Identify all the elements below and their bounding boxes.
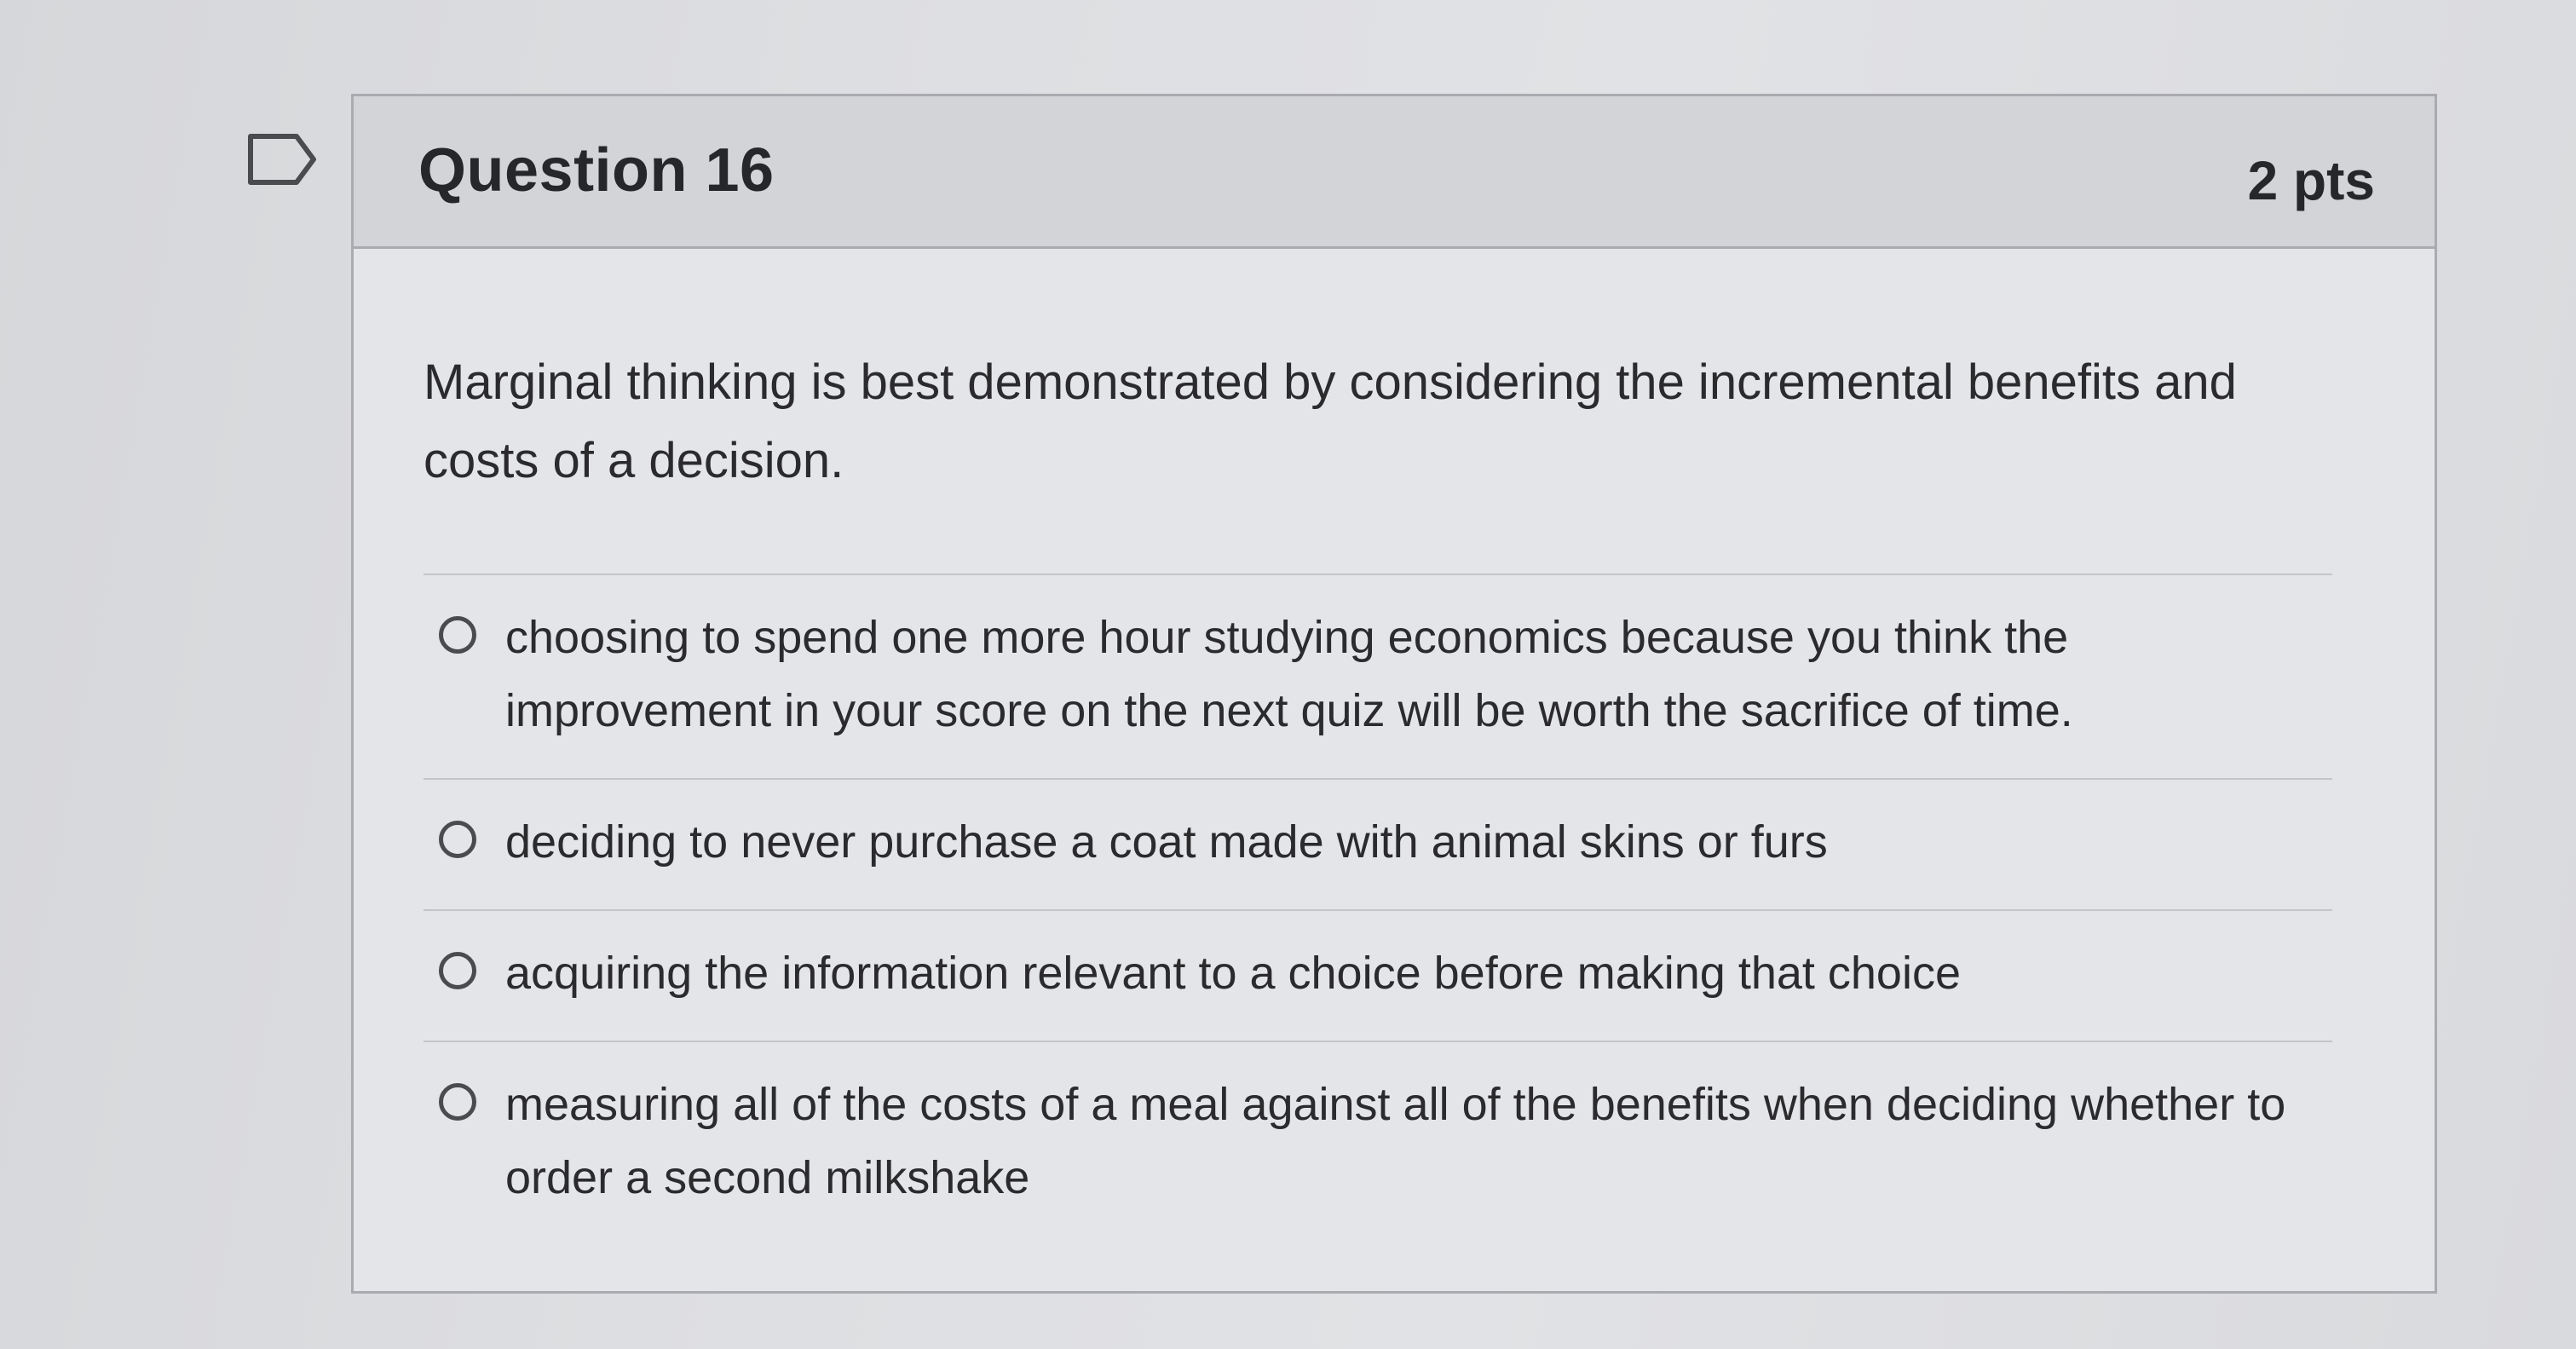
question-header: Question 16 2 pts: [354, 96, 2435, 249]
radio-button[interactable]: [439, 1083, 476, 1121]
radio-button[interactable]: [439, 952, 476, 989]
answer-label: acquiring the information relevant to a …: [505, 948, 1961, 999]
answer-label: choosing to spend one more hour studying…: [505, 612, 2073, 736]
flag-outline-icon[interactable]: [247, 133, 317, 186]
radio-button[interactable]: [439, 821, 476, 858]
question-title: Question 16: [418, 136, 775, 205]
answer-option-1[interactable]: choosing to spend one more hour studying…: [424, 575, 2332, 778]
question-card: Question 16 2 pts Marginal thinking is b…: [351, 94, 2437, 1294]
answer-label: deciding to never purchase a coat made w…: [505, 816, 1828, 868]
question-text: Marginal thinking is best demonstrated b…: [424, 355, 2237, 488]
answer-option-2[interactable]: deciding to never purchase a coat made w…: [424, 780, 2332, 909]
question-points: 2 pts: [2247, 150, 2375, 211]
answer-option-3[interactable]: acquiring the information relevant to a …: [424, 911, 2332, 1041]
answer-label: measuring all of the costs of a meal aga…: [505, 1079, 2286, 1203]
radio-button[interactable]: [439, 616, 476, 654]
answer-list: choosing to spend one more hour studying…: [424, 574, 2332, 1245]
answer-option-4[interactable]: measuring all of the costs of a meal aga…: [424, 1042, 2332, 1245]
